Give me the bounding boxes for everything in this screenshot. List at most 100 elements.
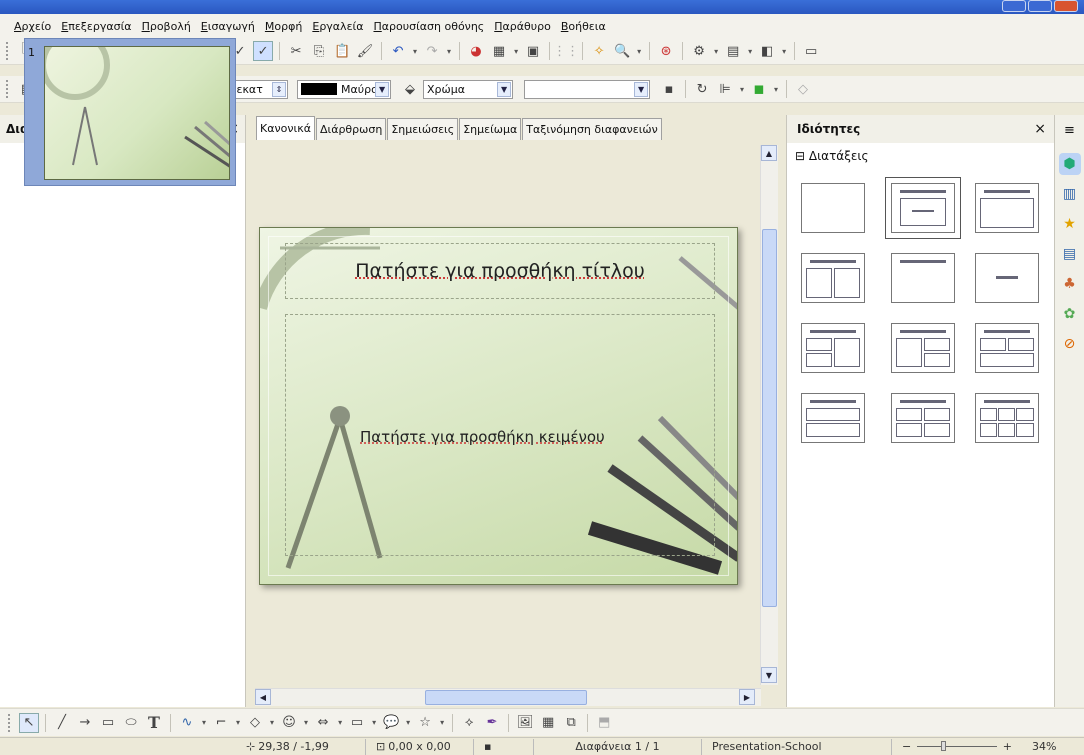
scroll-down-button[interactable]: ▼ — [761, 667, 777, 683]
layout-title-two-columns[interactable] — [801, 253, 865, 303]
flowchart-icon[interactable]: ▭ — [347, 713, 367, 733]
paste-icon[interactable]: 📋 — [332, 41, 352, 61]
layout-title-4-content[interactable] — [891, 393, 955, 443]
table-icon[interactable]: ▦ — [489, 41, 509, 61]
line-tool-icon[interactable]: ╱ — [52, 713, 72, 733]
area-fill-icon[interactable]: ⬙ — [400, 79, 420, 99]
callouts-icon[interactable]: 💬 — [381, 713, 401, 733]
chevron-down-icon[interactable]: ▾ — [447, 47, 451, 56]
scroll-left-button[interactable]: ◀ — [255, 689, 271, 705]
presentation-icon[interactable]: ⚙ — [689, 41, 709, 61]
zoom-icon[interactable]: 🔍 — [612, 41, 632, 61]
basic-shapes-icon[interactable]: ◇ — [245, 713, 265, 733]
toolbar-grip[interactable] — [8, 713, 12, 732]
help-icon[interactable]: ⊛ — [656, 41, 676, 61]
undo-icon[interactable]: ↶ — [388, 41, 408, 61]
shadow-icon[interactable]: ▪ — [659, 79, 679, 99]
zoom-value[interactable]: 34% — [1022, 739, 1082, 755]
collapse-icon[interactable]: ⊟ — [795, 149, 805, 163]
scroll-right-button[interactable]: ▶ — [739, 689, 755, 705]
arrow-tool-icon[interactable]: → — [75, 713, 95, 733]
zoom-in-icon[interactable]: + — [1003, 740, 1012, 753]
close-icon[interactable]: × — [1034, 121, 1046, 137]
symbol-shapes-icon[interactable]: ☺ — [279, 713, 299, 733]
image-icon[interactable]: ▣ — [523, 41, 543, 61]
extrusion-icon[interactable]: ⬒ — [594, 713, 614, 733]
menu-item[interactable]: Εισαγωγή — [201, 20, 255, 33]
minimize-button[interactable] — [1002, 0, 1026, 12]
layout-centered-text[interactable] — [975, 253, 1039, 303]
slide-thumbnail[interactable] — [44, 46, 230, 180]
copy-icon[interactable]: ⎘ — [309, 41, 329, 61]
align-icon[interactable]: ⊫ — [715, 79, 735, 99]
area-style-select[interactable]: Χρώμα ▼ — [423, 79, 514, 99]
chevron-down-icon[interactable]: ▾ — [413, 47, 417, 56]
layouts-section-header[interactable]: ⊟ Διατάξεις — [795, 149, 869, 163]
slide-design-icon[interactable]: ◧ — [757, 41, 777, 61]
clone-format-icon[interactable]: 🖌 — [355, 41, 375, 61]
tab-4[interactable]: Ταξινόμηση διαφανειών — [522, 118, 662, 140]
insert-image-icon[interactable]: 🖼 — [515, 713, 535, 733]
toolbar-grip[interactable] — [6, 80, 10, 98]
chevron-down-icon[interactable]: ▼ — [497, 81, 512, 97]
chevron-down-icon[interactable]: ▾ — [782, 47, 786, 56]
zoom-track[interactable] — [917, 741, 997, 751]
vertical-scroll-thumb[interactable] — [762, 229, 777, 607]
maximize-button[interactable] — [1028, 0, 1052, 12]
menu-item[interactable]: Παράθυρο — [494, 20, 551, 33]
rotate-icon[interactable]: ↻ — [692, 79, 712, 99]
slideshow-icon[interactable]: ▭ — [801, 41, 821, 61]
chevron-down-icon[interactable]: ▼ — [634, 81, 649, 97]
zoom-out-icon[interactable]: − — [902, 740, 911, 753]
chevron-down-icon[interactable]: ▾ — [304, 718, 308, 727]
select-pointer-icon[interactable]: ↖ — [19, 712, 39, 733]
layout-title-content-over-content[interactable] — [801, 393, 865, 443]
spin-arrows-icon[interactable]: ⇕ — [272, 81, 287, 97]
navigator-icon[interactable]: ✧ — [589, 41, 609, 61]
menu-item[interactable]: Παρουσίαση οθόνης — [373, 20, 484, 33]
menu-item[interactable]: Προβολή — [142, 20, 191, 33]
line-color-select[interactable]: Μαύρο ▼ — [297, 79, 392, 99]
cut-icon[interactable]: ✂ — [286, 41, 306, 61]
chevron-down-icon[interactable]: ▼ — [375, 81, 390, 97]
tab-2[interactable]: Σημειώσεις — [387, 118, 459, 140]
chevron-down-icon[interactable]: ▾ — [338, 718, 342, 727]
autospellcheck-icon[interactable]: ✓ — [253, 41, 274, 61]
chevron-down-icon[interactable]: ▾ — [748, 47, 752, 56]
chevron-down-icon[interactable]: ▾ — [406, 718, 410, 727]
master-pages-icon[interactable]: ▥ — [1059, 183, 1081, 205]
sidebar-menu-icon[interactable]: ≡ — [1064, 123, 1075, 138]
menu-item[interactable]: Μορφή — [265, 20, 302, 33]
layout-title-2-content-content[interactable] — [801, 323, 865, 373]
layout-title-content-2-content[interactable] — [891, 323, 955, 373]
horizontal-scrollbar[interactable]: ◀ ▶ — [255, 688, 761, 706]
points-icon[interactable]: ⟡ — [459, 713, 479, 733]
chevron-down-icon[interactable]: ▾ — [774, 85, 778, 94]
connector-tool-icon[interactable]: ⌐ — [211, 713, 231, 733]
insert-object-icon[interactable]: ⧉ — [561, 713, 581, 733]
glue-points-icon[interactable]: ◇ — [793, 79, 813, 99]
vertical-scrollbar[interactable]: ▲ ▼ — [760, 145, 778, 685]
grid-icon[interactable]: ⋮⋮ — [553, 41, 579, 61]
layout-title-only-content[interactable] — [975, 183, 1039, 233]
rectangle-tool-icon[interactable]: ▭ — [98, 713, 118, 733]
zoom-thumb[interactable] — [941, 741, 947, 751]
redo-icon[interactable]: ↷ — [422, 41, 442, 61]
chevron-down-icon[interactable]: ▾ — [714, 47, 718, 56]
ellipse-tool-icon[interactable]: ⬭ — [121, 713, 141, 733]
chevron-down-icon[interactable]: ▾ — [440, 718, 444, 727]
custom-animation-icon[interactable]: ★ — [1059, 213, 1081, 235]
status-modified[interactable]: ▪ — [474, 738, 534, 755]
insert-chart-icon[interactable]: ▦ — [538, 713, 558, 733]
layout-title-6-content[interactable] — [975, 393, 1039, 443]
curve-tool-icon[interactable]: ∿ — [177, 713, 197, 733]
toolbar-grip[interactable] — [6, 42, 10, 60]
chevron-down-icon[interactable]: ▾ — [236, 718, 240, 727]
layout-title-2-content-over-content[interactable] — [975, 323, 1039, 373]
chart-icon[interactable]: ◕ — [466, 41, 486, 61]
tab-1[interactable]: Διάρθρωση — [315, 118, 387, 140]
text-tool-icon[interactable]: T — [144, 713, 164, 733]
layout-title-content[interactable] — [885, 177, 961, 239]
navigator-deck-icon[interactable]: ⊘ — [1059, 333, 1081, 355]
slide-transition-icon[interactable]: ▤ — [1059, 243, 1081, 265]
